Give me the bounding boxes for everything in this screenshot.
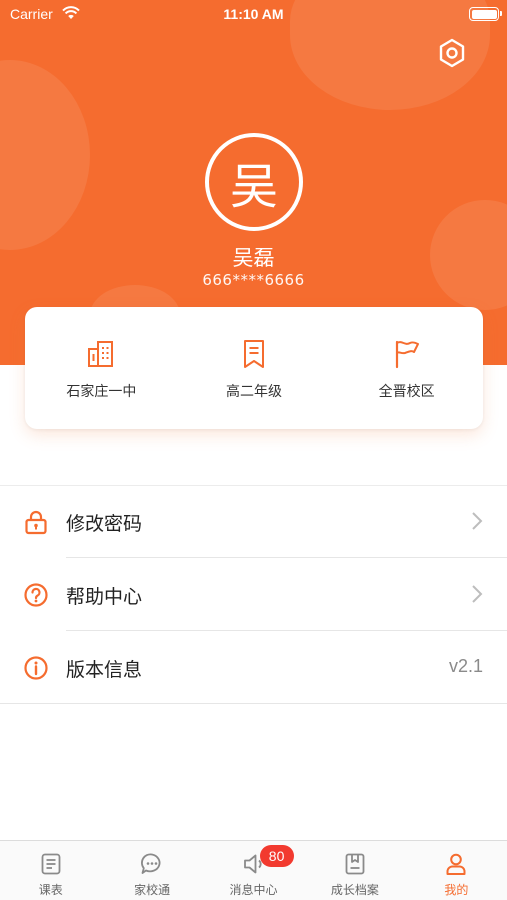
tab-label: 课表 <box>38 883 63 897</box>
tab-message-center[interactable]: 80 消息中心 <box>203 841 304 900</box>
user-phone: 666****6666 <box>202 271 305 289</box>
bookmark-icon <box>244 340 264 368</box>
card-item-school[interactable]: 石家庄一中 <box>25 307 178 429</box>
chevron-right-icon <box>472 512 483 530</box>
chat-icon <box>141 853 161 874</box>
tab-schedule[interactable]: 课表 <box>0 841 101 900</box>
campus-label: 全晋校区 <box>378 384 435 400</box>
person-icon <box>446 853 466 875</box>
status-bar: Carrier 11:10 AM <box>0 0 507 28</box>
building-icon <box>88 341 114 367</box>
version-value: v2.1 <box>448 656 483 676</box>
status-time: 11:10 AM <box>223 6 284 22</box>
card-item-grade[interactable]: 高二年级 <box>178 307 331 429</box>
tab-mine[interactable]: 我的 <box>406 841 507 900</box>
school-label: 石家庄一中 <box>66 384 137 400</box>
tab-label: 消息中心 <box>229 883 278 897</box>
schedule-icon <box>41 853 61 875</box>
tab-label: 我的 <box>444 883 469 897</box>
flag-icon <box>395 340 419 369</box>
menu-item-help-center[interactable]: 帮助中心 <box>0 558 507 631</box>
chevron-right-icon <box>472 585 483 603</box>
help-icon <box>24 583 48 607</box>
settings-menu: 修改密码 帮助中心 版本信息 v2.1 <box>0 485 507 704</box>
unread-badge: 80 <box>259 845 294 867</box>
lock-icon <box>25 510 47 535</box>
tab-growth-archive[interactable]: 成长档案 <box>304 841 405 900</box>
tab-label: 成长档案 <box>330 883 379 897</box>
archive-icon <box>345 853 365 875</box>
menu-item-label: 修改密码 <box>66 513 143 535</box>
info-icon <box>24 656 48 680</box>
divider <box>0 703 507 704</box>
menu-item-label: 版本信息 <box>66 659 143 681</box>
grade-label: 高二年级 <box>226 384 282 400</box>
tab-bar: 课表 家校通 80 消息中心 成长档案 我的 <box>0 840 507 900</box>
tab-label: 家校通 <box>134 883 171 897</box>
tab-home-school[interactable]: 家校通 <box>101 841 202 900</box>
menu-item-label: 帮助中心 <box>66 586 143 608</box>
user-name: 吴磊 <box>232 246 275 270</box>
avatar[interactable]: 吴 <box>205 133 303 231</box>
card-item-campus[interactable]: 全晋校区 <box>330 307 483 429</box>
battery-icon <box>469 7 502 21</box>
info-card: 石家庄一中 高二年级 全晋校区 <box>25 307 483 429</box>
decorative-circle <box>0 60 90 250</box>
menu-item-version-info[interactable]: 版本信息 v2.1 <box>0 631 507 704</box>
settings-icon[interactable] <box>436 37 468 69</box>
menu-item-change-password[interactable]: 修改密码 <box>0 485 507 558</box>
